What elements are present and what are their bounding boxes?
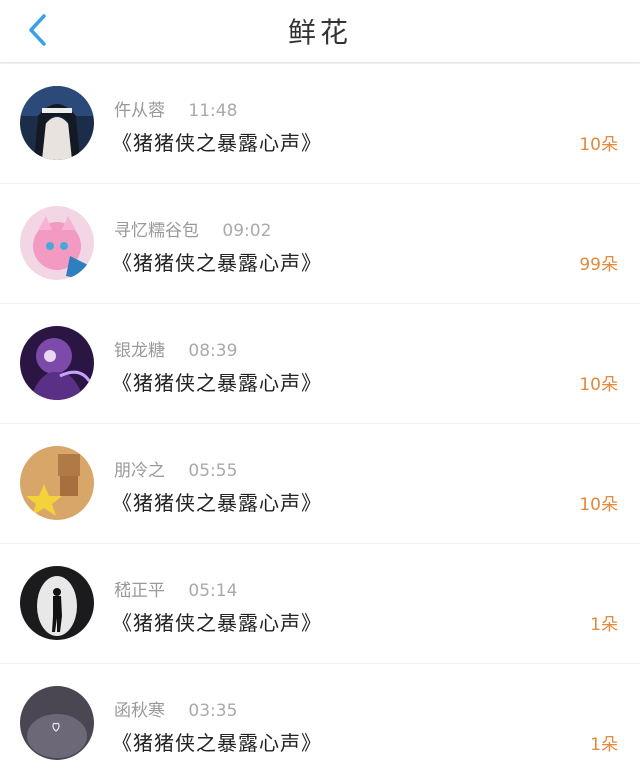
timestamp: 03:35 bbox=[188, 701, 238, 721]
flower-count: 10朵 bbox=[579, 495, 618, 515]
list-item[interactable]: 仵从蓉 11:48 《猪猪侠之暴露心声》 10朵 bbox=[0, 64, 640, 184]
flower-count: 1朵 bbox=[590, 735, 618, 755]
item-meta: 朋冷之 05:55 bbox=[114, 456, 237, 481]
message-text: 《猪猪侠之暴露心声》 bbox=[112, 371, 322, 395]
message-text: 《猪猪侠之暴露心声》 bbox=[112, 611, 322, 635]
timestamp: 08:39 bbox=[188, 341, 238, 361]
message-text: 《猪猪侠之暴露心声》 bbox=[112, 491, 322, 515]
timestamp: 05:14 bbox=[188, 581, 238, 601]
list-item[interactable]: 寻忆糯谷包 09:02 《猪猪侠之暴露心声》 99朵 bbox=[0, 184, 640, 304]
flower-count: 10朵 bbox=[579, 375, 618, 395]
avatar[interactable] bbox=[20, 86, 94, 160]
item-meta: 仵从蓉 11:48 bbox=[114, 96, 237, 121]
message-text: 《猪猪侠之暴露心声》 bbox=[112, 131, 322, 155]
timestamp: 11:48 bbox=[188, 101, 238, 121]
sender-name: 嵇正平 bbox=[114, 581, 165, 601]
list-item[interactable]: 银龙糖 08:39 《猪猪侠之暴露心声》 10朵 bbox=[0, 304, 640, 424]
sender-name: 寻忆糯谷包 bbox=[114, 221, 199, 241]
avatar[interactable] bbox=[20, 206, 94, 280]
avatar[interactable] bbox=[20, 446, 94, 520]
flower-list: 仵从蓉 11:48 《猪猪侠之暴露心声》 10朵 寻忆糯谷包 09:02 《猪猪… bbox=[0, 64, 640, 784]
message-text: 《猪猪侠之暴露心声》 bbox=[112, 251, 322, 275]
flower-count: 10朵 bbox=[579, 135, 618, 155]
item-meta: 函秋寒 03:35 bbox=[114, 696, 237, 721]
timestamp: 09:02 bbox=[222, 221, 272, 241]
message-text: 《猪猪侠之暴露心声》 bbox=[112, 731, 322, 755]
top-bar: 鲜花 bbox=[0, 0, 640, 63]
item-meta: 寻忆糯谷包 09:02 bbox=[114, 216, 271, 241]
item-meta: 银龙糖 08:39 bbox=[114, 336, 237, 361]
avatar[interactable] bbox=[20, 566, 94, 640]
list-item[interactable]: 朋冷之 05:55 《猪猪侠之暴露心声》 10朵 bbox=[0, 424, 640, 544]
list-item[interactable]: 函秋寒 03:35 《猪猪侠之暴露心声》 1朵 bbox=[0, 664, 640, 784]
sender-name: 仵从蓉 bbox=[114, 101, 165, 121]
flower-count: 99朵 bbox=[579, 255, 618, 275]
list-item[interactable]: 嵇正平 05:14 《猪猪侠之暴露心声》 1朵 bbox=[0, 544, 640, 664]
chevron-left-icon bbox=[29, 14, 46, 46]
timestamp: 05:55 bbox=[188, 461, 238, 481]
sender-name: 朋冷之 bbox=[114, 461, 165, 481]
back-button[interactable] bbox=[20, 10, 56, 50]
sender-name: 银龙糖 bbox=[114, 341, 165, 361]
page-title: 鲜花 bbox=[287, 16, 352, 49]
item-meta: 嵇正平 05:14 bbox=[114, 576, 237, 601]
flower-count: 1朵 bbox=[590, 615, 618, 635]
sender-name: 函秋寒 bbox=[114, 701, 165, 721]
avatar[interactable] bbox=[20, 686, 94, 760]
avatar[interactable] bbox=[20, 326, 94, 400]
